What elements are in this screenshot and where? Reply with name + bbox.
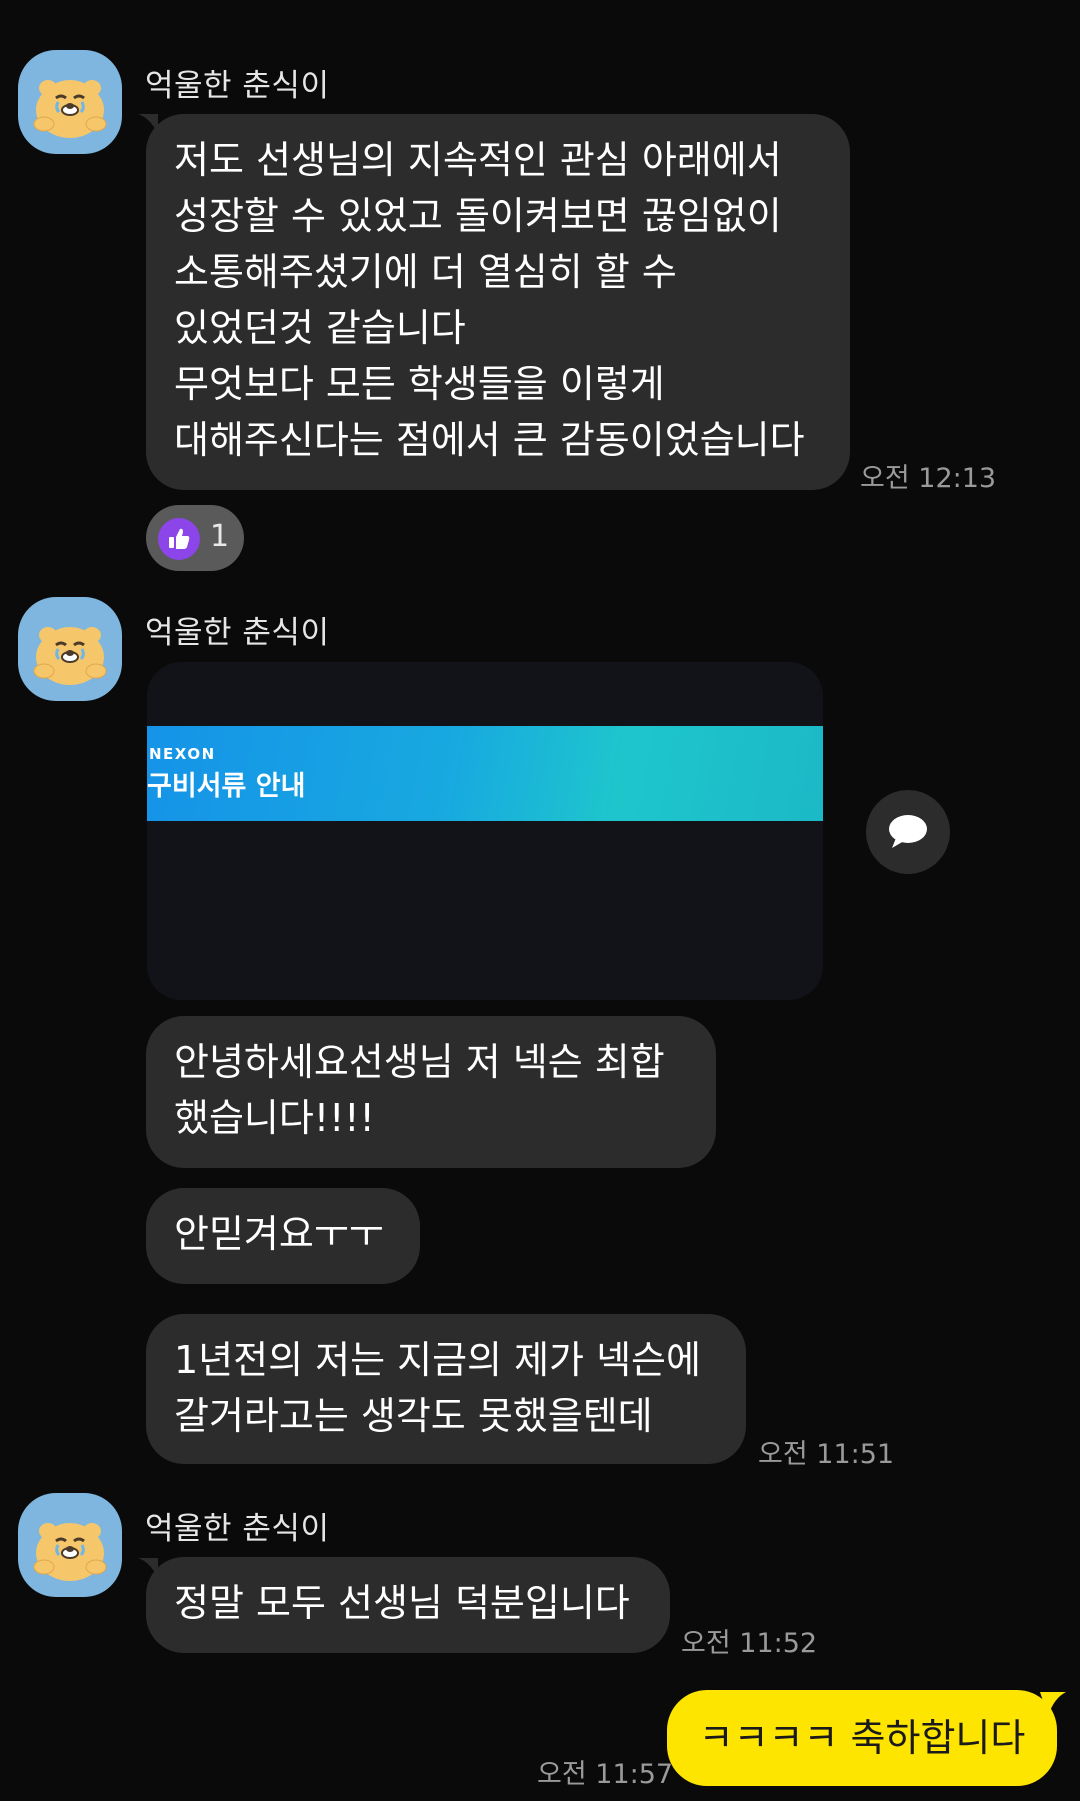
message-line: 했습니다!!!! [174, 1096, 375, 1140]
speech-bubble-icon [889, 815, 927, 848]
character-avatar-icon [33, 627, 107, 685]
reaction-count: 1 [210, 519, 230, 554]
reaction-chip[interactable]: 1 [146, 505, 244, 571]
profile-avatar[interactable] [18, 1493, 122, 1597]
message-time: 오전 12:13 [860, 463, 997, 494]
chat-screen: 억울한 춘식이 저도 선생님의 지속적인 관심 아래에서 성장할 수 있었고 돌… [0, 0, 1080, 1801]
message-line: ㅋㅋㅋㅋ 축하합니다 [698, 1716, 1026, 1760]
message-bubble[interactable]: 저도 선생님의 지속적인 관심 아래에서 성장할 수 있었고 돌이켜보면 끊임없… [146, 114, 850, 490]
message-line: 1년전의 저는 지금의 제가 넥슨에 [174, 1338, 701, 1382]
character-avatar-icon [33, 80, 107, 138]
image-brand-text: NEXON [149, 745, 216, 763]
character-avatar-icon [33, 1523, 107, 1581]
sent-message-bubble[interactable]: ㅋㅋㅋㅋ 축하합니다 [667, 1690, 1057, 1786]
sender-name: 억울한 춘식이 [145, 1511, 330, 1547]
sender-name: 억울한 춘식이 [145, 68, 330, 104]
message-line: 대해주신다는 점에서 큰 감동이었습니다 [174, 418, 805, 462]
message-time: 오전 11:51 [758, 1439, 895, 1470]
share-button[interactable] [866, 790, 950, 874]
message-line: 무엇보다 모든 학생들을 이렇게 [174, 362, 665, 406]
profile-avatar[interactable] [18, 597, 122, 701]
image-banner: NEXON 구비서류 안내 [147, 726, 823, 821]
message-bubble[interactable]: 정말 모두 선생님 덕분입니다 [146, 1557, 670, 1653]
message-line: 안녕하세요선생님 저 넥슨 최합 [174, 1040, 665, 1084]
message-line: 안믿겨요ㅜㅜ [174, 1212, 384, 1256]
message-line: 저도 선생님의 지속적인 관심 아래에서 [174, 138, 782, 182]
message-bubble[interactable]: 안믿겨요ㅜㅜ [146, 1188, 420, 1284]
message-time: 오전 11:52 [681, 1628, 818, 1659]
message-bubble[interactable]: 안녕하세요선생님 저 넥슨 최합 했습니다!!!! [146, 1016, 716, 1168]
profile-avatar[interactable] [18, 50, 122, 154]
image-attachment[interactable]: NEXON 구비서류 안내 [147, 662, 823, 1000]
sender-name: 억울한 춘식이 [145, 615, 330, 651]
message-time: 오전 11:57 [537, 1759, 674, 1790]
message-line: 정말 모두 선생님 덕분입니다 [174, 1581, 630, 1625]
message-line: 성장할 수 있었고 돌이켜보면 끊임없이 [174, 194, 782, 238]
message-bubble[interactable]: 1년전의 저는 지금의 제가 넥슨에 갈거라고는 생각도 못했을텐데 [146, 1314, 746, 1464]
thumbs-up-icon [158, 518, 200, 560]
message-line: 있었던것 같습니다 [174, 306, 466, 350]
message-line: 갈거라고는 생각도 못했을텐데 [174, 1394, 653, 1438]
message-line: 소통해주셨기에 더 열심히 할 수 [174, 250, 677, 294]
bubble-tail [1040, 1692, 1066, 1716]
image-headline-text: 구비서류 안내 [147, 771, 306, 802]
